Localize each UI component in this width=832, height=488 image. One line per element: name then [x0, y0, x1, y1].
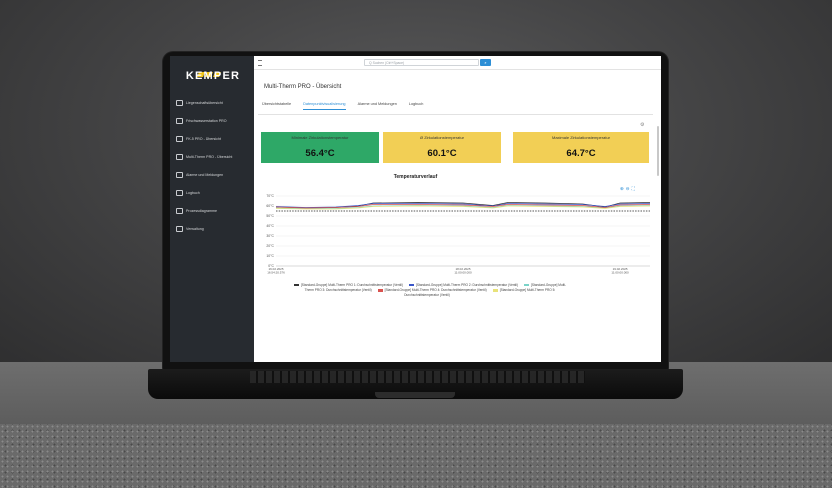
logo-stripes-icon — [197, 64, 224, 77]
sidebar-nav: Liegenschaftsübersicht Frischwasserstati… — [170, 94, 254, 238]
sidebar-item-verwaltung[interactable]: Verwaltung — [170, 220, 254, 238]
legend-swatch — [377, 289, 383, 292]
kpi-label: Maximale Zirkulationstemperatur — [551, 135, 611, 140]
legend-label: [Standard-Gruppe] Multi-Therm PRO 4: Dur… — [384, 288, 487, 293]
sidebar: KEMPER Liegenschaftsübersicht Frischwass… — [170, 56, 254, 362]
legend-swatch — [408, 283, 414, 287]
y-tick-label: 30°C — [266, 234, 274, 238]
x-tick-label: 11:00:00.000 — [611, 271, 629, 275]
kpi-max-temperature: Maximale Zirkulationstemperatur 64.7°C — [513, 132, 649, 163]
sidebar-item-frischwasserstation[interactable]: Frischwasserstation PRO — [170, 112, 254, 130]
kpi-value: 60.1°C — [427, 148, 457, 159]
kpi-min-temperature: Minimale Zirkulationstemperatur 56.4°C — [261, 132, 379, 163]
table-front — [0, 424, 832, 488]
legend-swatch — [524, 283, 529, 287]
tab-logbuch[interactable]: Logbuch — [409, 102, 424, 110]
sidebar-item-label: Frischwasserstation PRO — [186, 119, 227, 123]
search-input[interactable]: Q Suchen (Ctrl+Space) — [364, 59, 479, 66]
tab-bar: Übersichtstabelle Datenpunktvisualisieru… — [262, 102, 423, 110]
laptop-screen: KEMPER Liegenschaftsübersicht Frischwass… — [170, 56, 661, 362]
tab-datenpunktvisualisierung[interactable]: Datenpunktvisualisierung — [303, 102, 346, 110]
keyboard — [250, 371, 585, 383]
legend-swatch — [293, 283, 299, 287]
topbar: Q Suchen (Ctrl+Space) ⌕ — [254, 56, 661, 70]
page-title: Multi-Therm PRO - Übersicht — [264, 84, 342, 90]
laptop-notch — [375, 392, 455, 398]
brand-logo: KEMPER — [185, 70, 241, 82]
chart-legend: [Standard-Gruppe] Multi-Therm PRO 1: Dur… — [290, 283, 570, 299]
settings-icon — [176, 226, 183, 232]
sidebar-item-fk5-pro[interactable]: FK-5 PRO - Übersicht — [170, 130, 254, 148]
tab-uebersichtstabelle[interactable]: Übersichtstabelle — [262, 102, 291, 110]
tab-alarme-und-meldungen[interactable]: Alarme und Meldungen — [358, 102, 397, 110]
y-tick-label: 20°C — [266, 244, 274, 248]
gear-icon[interactable]: ⚙ — [640, 122, 644, 128]
kpi-label: Ø Zirkulationstemperatur — [419, 135, 464, 140]
sidebar-item-logbuch[interactable]: Logbuch — [170, 184, 254, 202]
y-tick-label: 50°C — [266, 214, 274, 218]
scrollbar[interactable] — [657, 126, 659, 176]
y-tick-label: 40°C — [266, 224, 274, 228]
legend-item[interactable]: [Standard-Gruppe] Multi-Therm PRO 1: Dur… — [293, 283, 403, 287]
y-tick-label: 60°C — [266, 204, 274, 208]
kpi-value: 56.4°C — [305, 148, 335, 159]
x-tick-label: 16:54:20.576 — [267, 271, 285, 275]
station-icon — [176, 118, 183, 124]
hamburger-menu-icon[interactable] — [258, 60, 262, 66]
sidebar-item-label: Logbuch — [186, 191, 200, 195]
temperature-chart: 70°C60°C50°C40°C30°C20°C10°C0°C16.02.202… — [266, 194, 651, 275]
sidebar-item-label: FK-5 PRO - Übersicht — [186, 137, 221, 141]
kpi-label: Minimale Zirkulationstemperatur — [291, 135, 349, 140]
legend-label: [Standard-Gruppe] Multi-Therm PRO 1: Dur… — [300, 283, 403, 287]
kpi-value: 64.7°C — [566, 148, 596, 159]
y-tick-label: 10°C — [266, 254, 274, 258]
logbook-icon — [176, 190, 183, 196]
x-tick-label: 11:00:00.000 — [454, 271, 472, 275]
sidebar-item-label: Multi-Therm PRO - Übersicht — [186, 155, 233, 159]
device-icon — [176, 136, 183, 142]
sidebar-item-label: Prozessdiagramme — [186, 209, 217, 213]
sidebar-item-liegenschaftsuebersicht[interactable]: Liegenschaftsübersicht — [170, 94, 254, 112]
kpi-avg-temperature: Ø Zirkulationstemperatur 60.1°C — [383, 132, 501, 163]
chart-title: Temperaturverlauf — [393, 174, 438, 180]
diagram-icon — [176, 208, 183, 214]
sidebar-item-multi-therm-pro[interactable]: Multi-Therm PRO - Übersicht — [170, 148, 254, 166]
sidebar-item-label: Verwaltung — [186, 227, 204, 231]
search-button[interactable]: ⌕ — [480, 59, 491, 66]
legend-swatch — [492, 289, 498, 292]
legend-item[interactable]: [Standard-Gruppe] Multi-Therm PRO 4: Dur… — [377, 288, 487, 293]
legend-label: [Standard-Gruppe] Multi-Therm PRO 2: Dur… — [415, 283, 518, 287]
building-icon — [176, 100, 183, 106]
y-tick-label: 70°C — [266, 194, 274, 198]
tab-divider — [258, 114, 653, 115]
sidebar-item-label: Liegenschaftsübersicht — [186, 101, 223, 105]
sidebar-item-prozessdiagramme[interactable]: Prozessdiagramme — [170, 202, 254, 220]
device-icon — [176, 154, 183, 160]
legend-item[interactable]: [Standard-Gruppe] Multi-Therm PRO 2: Dur… — [408, 283, 518, 287]
